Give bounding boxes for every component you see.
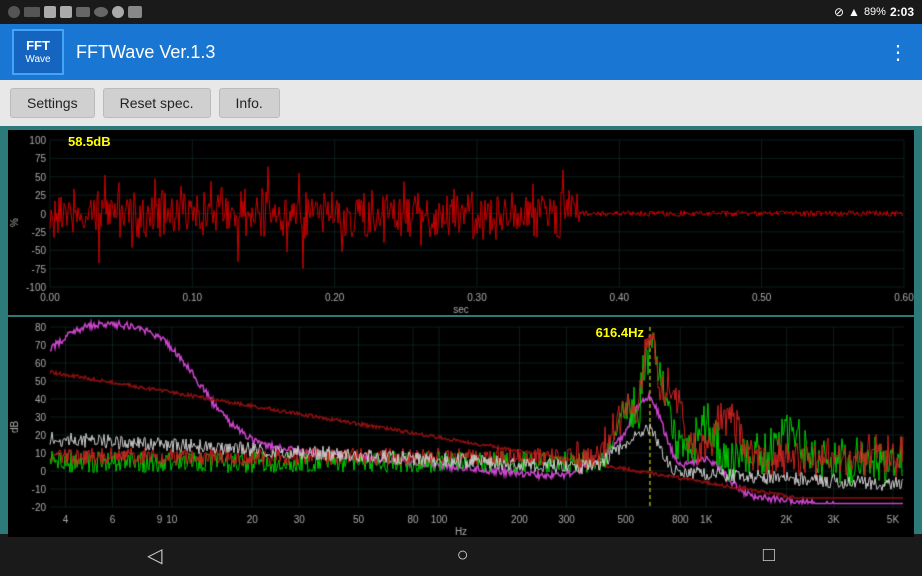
status-icons-right: ⊘ ▲ 89% 2:03 — [834, 5, 914, 19]
back-button[interactable]: ◁ — [107, 535, 202, 576]
status-bar: ⊘ ▲ 89% 2:03 — [0, 0, 922, 24]
db-value-label: 58.5dB — [68, 134, 111, 149]
charts-container: 58.5dB 616.4Hz — [0, 126, 922, 534]
signal-icon: ▲ — [848, 5, 860, 19]
settings-button[interactable]: Settings — [10, 88, 95, 118]
nav-bar: ◁ ○ □ — [0, 534, 922, 576]
recent-button[interactable]: □ — [723, 536, 815, 575]
logo-fft: FFT — [26, 39, 50, 53]
wifi-icon: ⊘ — [834, 5, 844, 19]
logo-wave: Wave — [25, 54, 50, 65]
freq-label: 616.4Hz — [596, 325, 644, 340]
reset-spec-button[interactable]: Reset spec. — [103, 88, 211, 118]
battery-level: 89% — [864, 6, 886, 18]
menu-icon[interactable]: ⋮ — [888, 40, 910, 65]
wave-chart: 58.5dB — [8, 130, 914, 315]
status-icons-left — [8, 6, 142, 18]
info-button[interactable]: Info. — [219, 88, 280, 118]
fft-chart: 616.4Hz — [8, 317, 914, 537]
app-bar: FFT Wave FFTWave Ver.1.3 ⋮ — [0, 24, 922, 80]
home-button[interactable]: ○ — [417, 536, 509, 575]
app-logo: FFT Wave — [12, 29, 64, 75]
toolbar: Settings Reset spec. Info. — [0, 80, 922, 126]
app-title: FFTWave Ver.1.3 — [76, 42, 888, 63]
time-display: 2:03 — [890, 5, 914, 19]
